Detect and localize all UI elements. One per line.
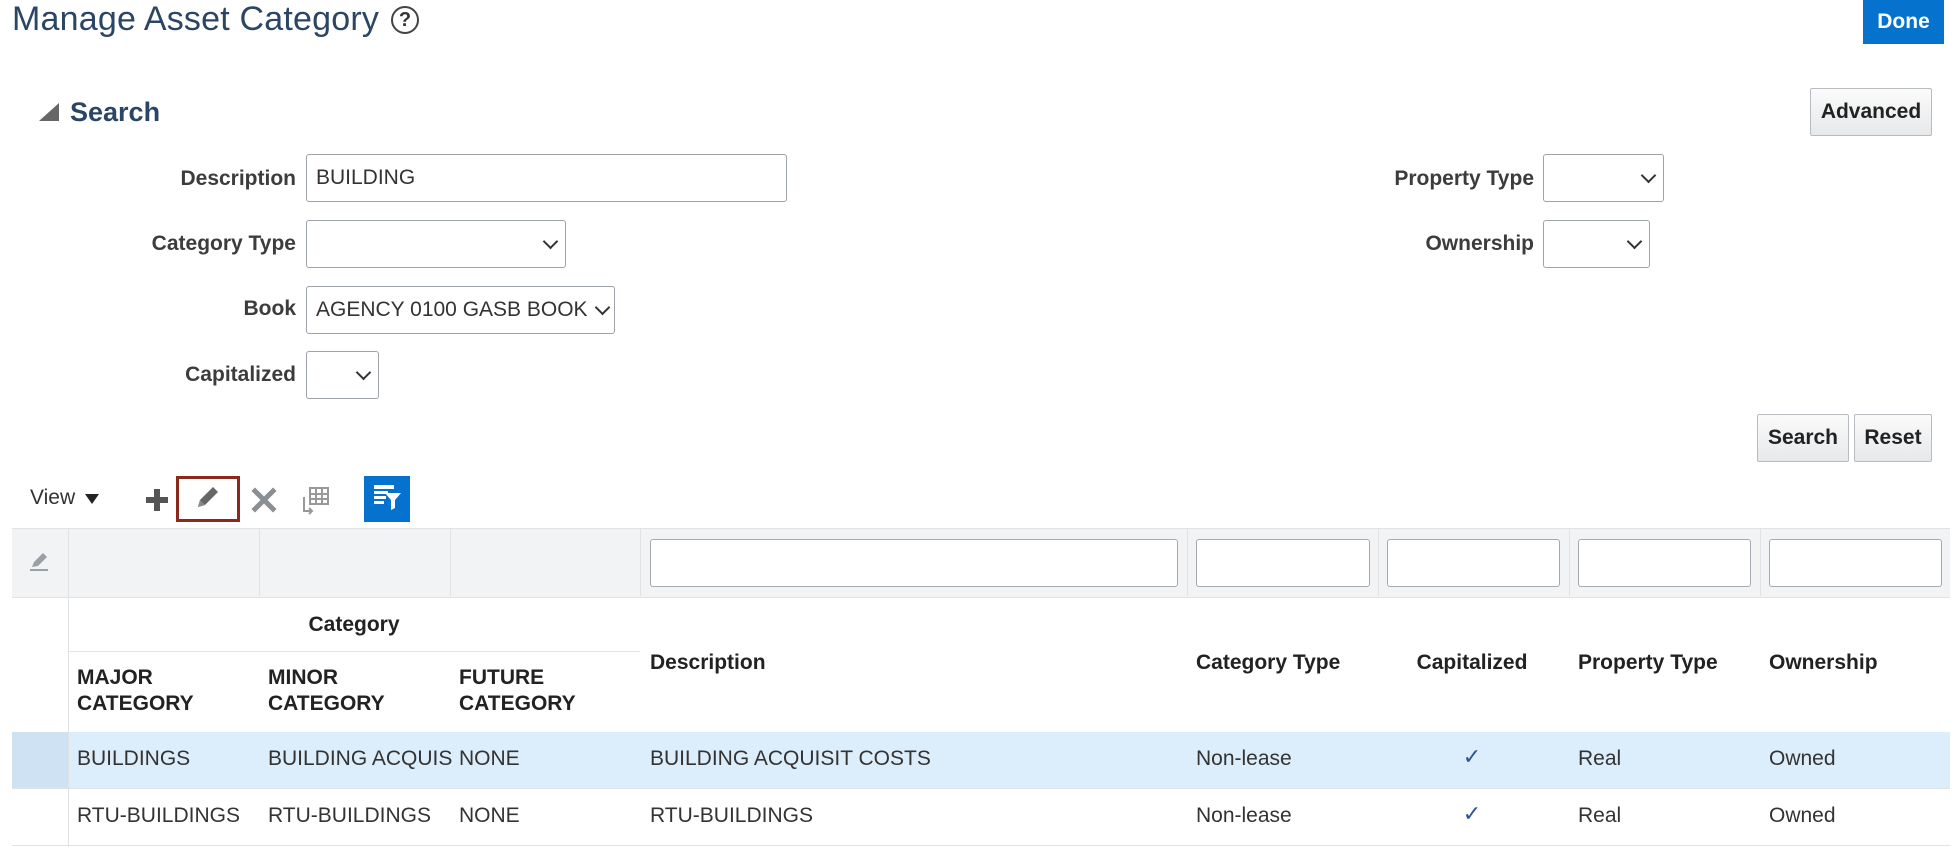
major-category-cell: RTU-BUILDINGS bbox=[77, 804, 240, 827]
column-separator bbox=[1187, 528, 1188, 596]
capitalized-label: Capitalized bbox=[185, 363, 296, 386]
description-cell: BUILDING ACQUISIT COSTS bbox=[650, 747, 931, 770]
collapse-triangle-icon[interactable] bbox=[39, 103, 59, 121]
view-menu-label: View bbox=[30, 486, 76, 509]
help-icon[interactable]: ? bbox=[391, 6, 419, 34]
ownership-filter-input[interactable] bbox=[1769, 539, 1942, 587]
future-category-header[interactable]: FUTURE CATEGORY bbox=[459, 665, 629, 717]
description-input-value: BUILDING bbox=[316, 166, 416, 189]
query-by-example-button[interactable] bbox=[364, 476, 410, 522]
category-type-filter-input[interactable] bbox=[1196, 539, 1370, 587]
property-type-header[interactable]: Property Type bbox=[1578, 650, 1718, 676]
clear-filter-icon[interactable] bbox=[26, 548, 52, 574]
table-row[interactable]: BUILDINGS BUILDING ACQUIS NONE BUILDING … bbox=[12, 732, 1950, 789]
description-input[interactable]: BUILDING bbox=[306, 154, 787, 202]
edit-button[interactable] bbox=[176, 476, 240, 522]
done-button[interactable]: Done bbox=[1863, 0, 1944, 44]
caret-down-icon bbox=[85, 494, 100, 504]
capitalized-filter-input[interactable] bbox=[1387, 539, 1560, 587]
column-separator bbox=[259, 528, 260, 596]
minor-category-header[interactable]: MINOR CATEGORY bbox=[268, 665, 438, 717]
page-title: Manage Asset Category bbox=[12, 0, 380, 38]
checkmark-icon: ✓ bbox=[1462, 801, 1482, 826]
delete-icon[interactable] bbox=[248, 478, 280, 522]
header-divider bbox=[68, 651, 640, 652]
category-type-cell: Non-lease bbox=[1196, 804, 1292, 827]
checkmark-icon: ✓ bbox=[1462, 744, 1482, 769]
property-type-select[interactable] bbox=[1543, 154, 1664, 202]
category-type-header[interactable]: Category Type bbox=[1196, 650, 1340, 676]
table-row[interactable]: RTU-BUILDINGS RTU-BUILDINGS NONE RTU-BUI… bbox=[12, 789, 1950, 846]
category-type-cell: Non-lease bbox=[1196, 747, 1292, 770]
ownership-cell: Owned bbox=[1769, 804, 1836, 827]
chevron-down-icon bbox=[594, 299, 611, 315]
ownership-header[interactable]: Ownership bbox=[1769, 650, 1878, 676]
row-selector[interactable] bbox=[12, 732, 68, 788]
ownership-label: Ownership bbox=[1425, 232, 1534, 255]
book-label: Book bbox=[243, 297, 297, 320]
add-icon[interactable] bbox=[142, 478, 172, 522]
capitalized-header[interactable]: Capitalized bbox=[1386, 650, 1558, 676]
query-by-example-icon bbox=[371, 481, 403, 518]
minor-category-cell: RTU-BUILDINGS bbox=[268, 804, 431, 827]
chevron-down-icon bbox=[1626, 233, 1643, 249]
description-header[interactable]: Description bbox=[650, 650, 766, 676]
property-type-label: Property Type bbox=[1394, 167, 1534, 190]
chevron-down-icon bbox=[542, 233, 559, 249]
column-separator bbox=[68, 528, 69, 596]
category-type-select[interactable] bbox=[306, 220, 566, 268]
category-type-label: Category Type bbox=[151, 232, 296, 255]
column-separator bbox=[68, 596, 69, 847]
search-button[interactable]: Search bbox=[1757, 414, 1849, 462]
property-type-cell: Real bbox=[1578, 747, 1622, 770]
view-menu[interactable]: View bbox=[30, 486, 100, 510]
description-filter-input[interactable] bbox=[650, 539, 1178, 587]
ownership-select[interactable] bbox=[1543, 220, 1650, 268]
description-label: Description bbox=[180, 167, 296, 190]
column-separator bbox=[1569, 528, 1570, 596]
column-separator bbox=[1760, 528, 1761, 596]
ownership-cell: Owned bbox=[1769, 747, 1836, 770]
property-type-cell: Real bbox=[1578, 804, 1622, 827]
capitalized-select[interactable] bbox=[306, 351, 379, 399]
major-category-cell: BUILDINGS bbox=[77, 747, 191, 770]
future-category-cell: NONE bbox=[459, 804, 520, 827]
column-separator bbox=[450, 528, 451, 596]
reset-button[interactable]: Reset bbox=[1854, 414, 1932, 462]
minor-category-cell: BUILDING ACQUIS bbox=[268, 747, 453, 770]
book-select[interactable]: AGENCY 0100 GASB BOOK bbox=[306, 286, 615, 334]
column-separator bbox=[640, 528, 641, 596]
chevron-down-icon bbox=[355, 364, 372, 380]
edit-icon bbox=[193, 482, 223, 517]
property-type-filter-input[interactable] bbox=[1578, 539, 1751, 587]
chevron-down-icon bbox=[1640, 167, 1657, 183]
description-cell: RTU-BUILDINGS bbox=[650, 804, 813, 827]
major-category-header[interactable]: MAJOR CATEGORY bbox=[77, 665, 247, 717]
column-separator bbox=[1378, 528, 1379, 596]
advanced-button[interactable]: Advanced bbox=[1810, 88, 1932, 136]
category-group-header: Category bbox=[308, 613, 400, 636]
freeze-icon[interactable] bbox=[300, 478, 332, 522]
book-select-value: AGENCY 0100 GASB BOOK bbox=[316, 298, 588, 321]
future-category-cell: NONE bbox=[459, 747, 520, 770]
search-section-title[interactable]: Search bbox=[70, 97, 160, 128]
